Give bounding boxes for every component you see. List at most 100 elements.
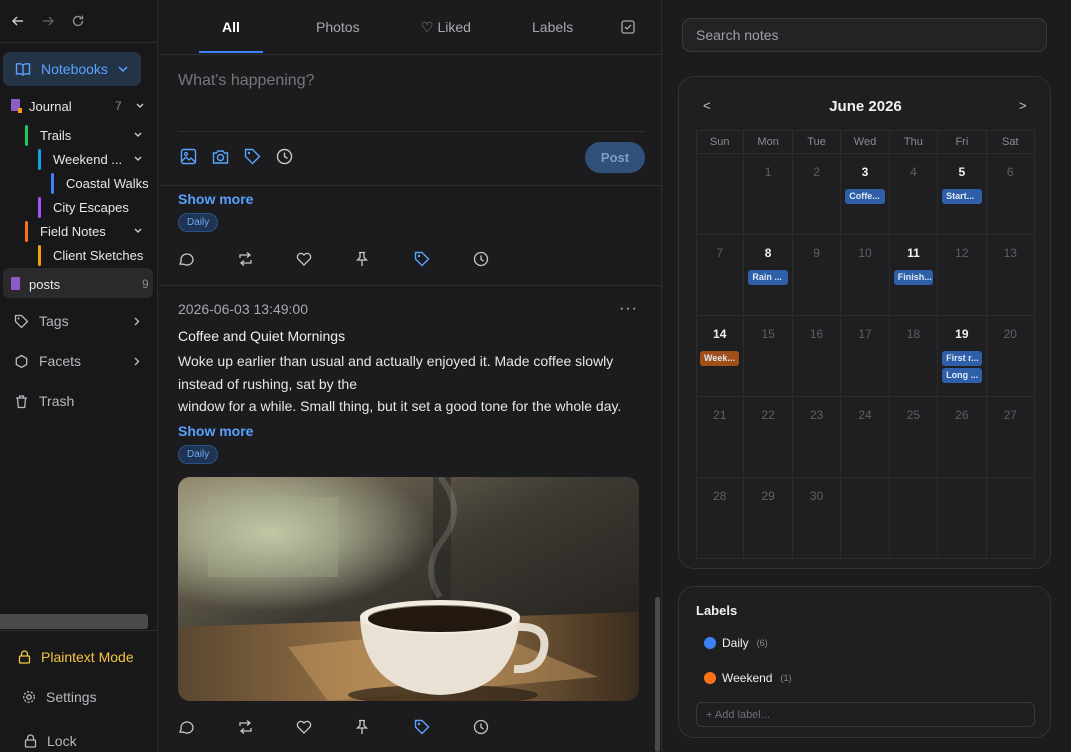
tree-item-client-sketches[interactable]: Client Sketches <box>53 248 143 263</box>
tree-label: posts <box>29 276 61 292</box>
calendar-day-number: 14 <box>713 327 727 341</box>
calendar-day-number: 28 <box>713 489 727 503</box>
coffee-photo[interactable] <box>178 477 639 701</box>
calendar-day-cell[interactable]: 29 <box>744 478 793 559</box>
tab-all[interactable]: All <box>222 19 240 35</box>
tree-item-weekend[interactable]: Weekend ... <box>53 152 144 167</box>
settings-button[interactable]: Settings <box>22 689 97 705</box>
calendar-day-cell[interactable]: 10 <box>841 235 890 316</box>
clock-icon[interactable] <box>276 148 293 165</box>
calendar-event[interactable]: Long ... <box>942 368 982 383</box>
horizontal-scrollbar[interactable] <box>0 614 148 629</box>
heart-icon[interactable] <box>296 251 355 267</box>
calendar-day-cell[interactable]: 5 Start... <box>938 154 987 235</box>
calendar-day-cell[interactable]: 7 <box>696 235 745 316</box>
tree-item-journal[interactable]: Journal 7 <box>9 97 149 115</box>
calendar-day-cell[interactable]: 15 <box>744 316 793 397</box>
tag-icon[interactable] <box>244 148 261 165</box>
label-color-dot <box>704 637 716 649</box>
calendar-day-cell[interactable]: 22 <box>744 397 793 478</box>
tree-item-coastal-walks[interactable]: Coastal Walks <box>66 176 149 191</box>
calendar-event[interactable]: Start... <box>942 189 982 204</box>
back-arrow-icon[interactable] <box>10 13 26 29</box>
plaintext-mode-button[interactable]: Plaintext Mode <box>18 649 134 665</box>
calendar-day-cell[interactable]: 13 <box>986 235 1035 316</box>
calendar-day-cell[interactable]: 23 <box>792 397 842 478</box>
label-pill[interactable]: Daily <box>178 213 219 232</box>
more-options-icon[interactable]: ··· <box>619 300 638 318</box>
calendar-day-cell[interactable]: 6 <box>986 154 1035 235</box>
calendar-day-cell[interactable]: 26 <box>938 397 987 478</box>
calendar-day-cell[interactable]: 3 Coffe... <box>841 154 890 235</box>
sidebar-item-trash[interactable]: Trash <box>14 393 74 409</box>
calendar-day-cell[interactable]: 30 <box>792 478 842 559</box>
sidebar-item-facets[interactable]: Facets <box>14 353 144 369</box>
tag-icon[interactable] <box>414 251 473 267</box>
composer-input[interactable]: What's happening? <box>178 72 314 90</box>
add-label-input[interactable]: + Add label... <box>696 702 1035 727</box>
calendar-day-cell[interactable]: 20 <box>986 316 1035 397</box>
sidebar-item-tags[interactable]: Tags <box>14 313 144 329</box>
calendar-day-cell[interactable]: 19 First r... Long ... <box>938 316 987 397</box>
tag-icon[interactable] <box>414 719 473 735</box>
calendar-next-button[interactable]: > <box>1019 98 1027 113</box>
calendar-day-cell[interactable]: 9 <box>792 235 842 316</box>
repost-icon[interactable] <box>237 251 296 267</box>
repost-icon[interactable] <box>237 719 296 735</box>
notebooks-button[interactable]: Notebooks <box>3 52 141 86</box>
tree-label: Weekend ... <box>53 152 123 167</box>
label-pill[interactable]: Daily <box>178 445 219 464</box>
forward-arrow-icon[interactable] <box>40 13 56 29</box>
tab-liked[interactable]: ♡ Liked <box>421 19 471 36</box>
tree-item-field-notes[interactable]: Field Notes <box>40 224 144 239</box>
comment-icon[interactable] <box>178 251 237 267</box>
label-name: Weekend <box>722 671 773 685</box>
calendar-day-cell[interactable]: 27 <box>986 397 1035 478</box>
calendar-event[interactable]: Week... <box>700 351 740 366</box>
lock-button[interactable]: Lock <box>24 733 77 749</box>
calendar-day-cell[interactable]: 11 Finish... <box>889 235 939 316</box>
calendar-day-cell[interactable]: 8 Rain ... <box>744 235 793 316</box>
post-button[interactable]: Post <box>585 142 645 173</box>
label-item-daily[interactable]: Daily (6) <box>704 636 768 650</box>
calendar-day-cell[interactable]: 16 <box>792 316 842 397</box>
clock-icon[interactable] <box>473 251 532 267</box>
heart-icon[interactable] <box>296 719 355 735</box>
tree-item-city-escapes[interactable]: City Escapes <box>53 200 129 215</box>
show-more-link[interactable]: Show more <box>178 423 253 439</box>
calendar-day-cell[interactable]: 17 <box>841 316 890 397</box>
calendar-day-cell[interactable]: 25 <box>889 397 939 478</box>
calendar-day-cell[interactable]: 28 <box>696 478 745 559</box>
show-more-link[interactable]: Show more <box>178 191 253 207</box>
calendar-day-cell[interactable]: 24 <box>841 397 890 478</box>
calendar-day-cell[interactable]: 2 <box>792 154 842 235</box>
calendar-day-cell[interactable]: 1 <box>744 154 793 235</box>
calendar-event[interactable]: First r... <box>942 351 982 366</box>
calendar-day-cell[interactable]: 12 <box>938 235 987 316</box>
calendar-event[interactable]: Finish... <box>893 270 934 285</box>
comment-icon[interactable] <box>178 719 237 735</box>
reload-icon[interactable] <box>70 13 86 29</box>
pin-icon[interactable] <box>355 251 414 267</box>
pin-icon[interactable] <box>355 719 414 735</box>
calendar-day-cell[interactable]: 4 <box>889 154 939 235</box>
calendar-event[interactable]: Coffe... <box>845 189 885 204</box>
clock-icon[interactable] <box>473 719 532 735</box>
calendar-day-cell[interactable]: 14 Week... <box>696 316 745 397</box>
calendar-event[interactable]: Rain ... <box>748 270 788 285</box>
search-input[interactable]: Search notes <box>682 18 1047 52</box>
calendar-day-number: 20 <box>1003 327 1017 341</box>
weekday-header: Sat <box>986 130 1035 154</box>
checkbox-icon[interactable] <box>621 20 635 34</box>
label-item-weekend[interactable]: Weekend (1) <box>704 671 791 685</box>
tree-item-trails[interactable]: Trails <box>40 128 144 143</box>
gear-icon <box>22 690 36 704</box>
tab-labels[interactable]: Labels <box>532 19 573 35</box>
calendar-day-number: 26 <box>955 408 969 422</box>
tab-photos[interactable]: Photos <box>316 19 360 35</box>
camera-icon[interactable] <box>212 148 229 165</box>
vertical-scrollbar[interactable] <box>655 597 660 752</box>
image-icon[interactable] <box>180 148 197 165</box>
calendar-day-cell[interactable]: 18 <box>889 316 939 397</box>
calendar-day-cell[interactable]: 21 <box>696 397 745 478</box>
